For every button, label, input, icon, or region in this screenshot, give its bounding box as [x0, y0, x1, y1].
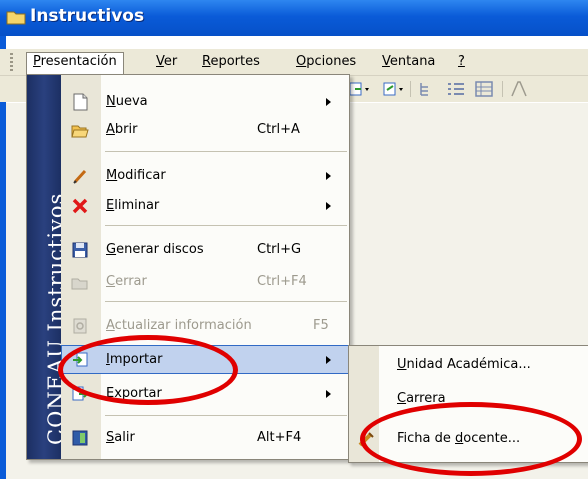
- menu-item-nueva[interactable]: Nueva: [61, 87, 349, 117]
- app-icon: [6, 9, 26, 25]
- presentacion-dropdown: CONEAU Instructivos Nueva Abrir Ctrl+A M…: [26, 74, 350, 460]
- menu-separator: [105, 415, 347, 416]
- font-icon[interactable]: [508, 80, 532, 98]
- annotation-ellipse-importar: [58, 335, 238, 405]
- list-view-icon[interactable]: [444, 80, 468, 98]
- menu-item-cerrar[interactable]: Cerrar Ctrl+F4: [61, 267, 349, 297]
- brand-banner: CONEAU Instructivos: [27, 75, 68, 459]
- menu-bar: Presentación Ver Reportes Opciones Venta…: [0, 49, 588, 76]
- title-bar: Instructivos: [0, 0, 588, 36]
- floppy-disk-icon: [71, 241, 89, 259]
- menu-reportes[interactable]: Reportes: [196, 53, 266, 71]
- window-title: Instructivos: [30, 6, 145, 26]
- menu-item-eliminar[interactable]: Eliminar: [61, 191, 349, 221]
- submenu-arrow-icon: [326, 98, 331, 106]
- pencil-icon: [71, 167, 89, 185]
- new-document-icon: [71, 93, 89, 111]
- menu-item-salir[interactable]: Salir Alt+F4: [61, 423, 349, 453]
- menu-ventana[interactable]: Ventana: [376, 53, 441, 71]
- menu-ver[interactable]: Ver: [150, 53, 183, 71]
- menu-opciones[interactable]: Opciones: [290, 53, 362, 71]
- toolbar-separator: [410, 81, 411, 97]
- submenu-item-unidad-academica[interactable]: Unidad Académica...: [349, 350, 588, 380]
- delete-x-icon: [71, 197, 89, 215]
- menu-presentacion[interactable]: Presentación: [26, 52, 124, 75]
- menu-separator: [105, 225, 347, 226]
- open-folder-icon: [71, 121, 89, 139]
- menu-separator: [105, 151, 347, 152]
- menu-item-abrir[interactable]: Abrir Ctrl+A: [61, 115, 349, 145]
- annotation-ellipse-ficha: [360, 402, 582, 476]
- submenu-arrow-icon: [326, 356, 331, 364]
- menu-separator: [105, 301, 347, 302]
- menu-ayuda[interactable]: ?: [452, 53, 471, 71]
- import-tool-icon[interactable]: [348, 80, 372, 98]
- submenu-arrow-icon: [326, 390, 331, 398]
- close-folder-icon: [71, 273, 89, 291]
- submenu-arrow-icon: [326, 202, 331, 210]
- menubar-grip[interactable]: [10, 53, 13, 71]
- menu-item-generar-discos[interactable]: Generar discos Ctrl+G: [61, 235, 349, 265]
- submenu-arrow-icon: [326, 172, 331, 180]
- toolbar-separator: [502, 81, 503, 97]
- export-tool-icon[interactable]: [382, 80, 406, 98]
- menu-item-actualizar[interactable]: Actualizar información F5: [61, 311, 349, 341]
- refresh-icon: [71, 317, 89, 335]
- tree-view-icon[interactable]: [416, 80, 440, 98]
- details-view-icon[interactable]: [472, 80, 496, 98]
- exit-icon: [71, 429, 89, 447]
- menu-item-modificar[interactable]: Modificar: [61, 161, 349, 191]
